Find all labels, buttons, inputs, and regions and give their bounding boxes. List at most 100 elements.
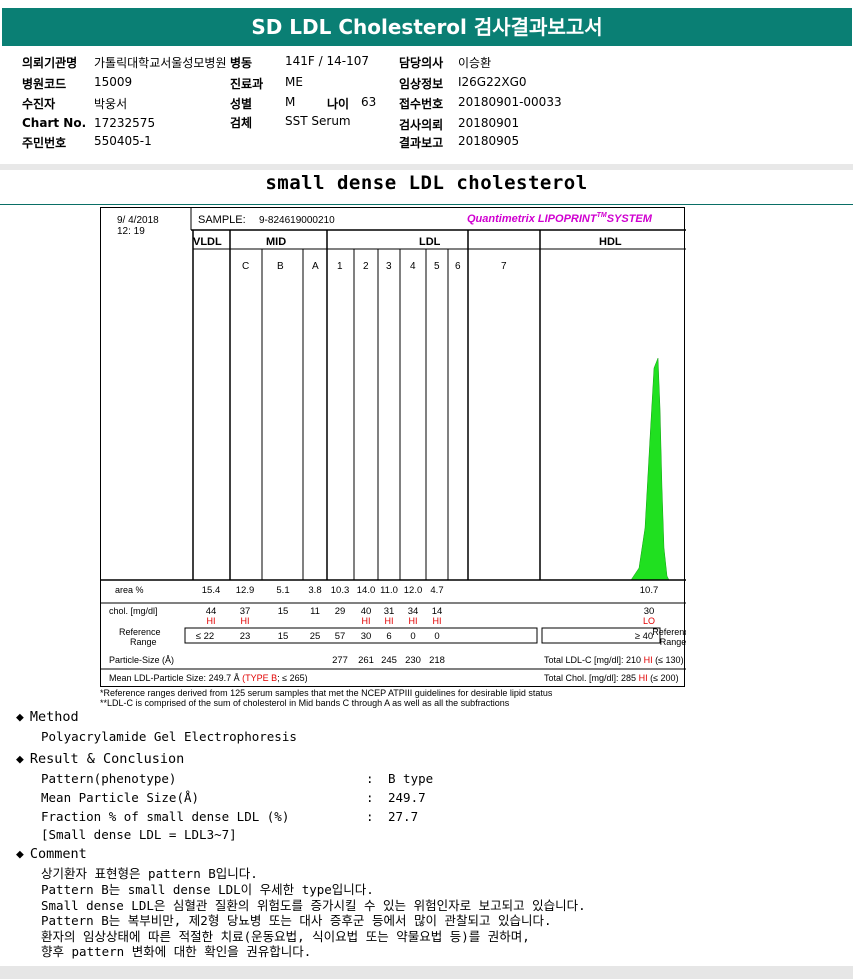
total-chol: Total Chol. [mg/dl]: 285 HI (≤ 200) [544,673,679,683]
band-5: 5 [434,261,440,272]
info-label: 검사의뢰 [399,118,444,132]
result-value: B type [388,771,434,786]
row-label-psize: Particle-Size (Å) [109,655,174,665]
info-label: 임상정보 [399,77,444,91]
info-label: 결과보고 [399,136,444,150]
comment-line: 향후 pattern 변화에 대한 확인을 권유합니다. [41,944,312,959]
chol-cell: 29 [335,606,346,617]
chol-cell: 15 [278,606,289,617]
info-label: 담당의사 [399,56,444,70]
area-cell: 15.4 [202,585,221,596]
band-b: B [277,261,284,272]
result-value: 27.7 [388,809,419,824]
info-value: 20180901 [458,116,520,130]
info-value: 20180901-00033 [458,95,562,109]
ref-cell: ≥ 40 [635,631,653,642]
group-hdl: HDL [599,236,622,248]
chol-flag: LO [643,616,655,626]
result-heading: ◆ Result & Conclusion [16,751,185,767]
chol-flag: HI [362,616,371,626]
ref-cell: 23 [240,631,251,642]
section-title: small dense LDL cholesterol [265,172,588,194]
result-value: 249.7 [388,790,426,805]
info-value: 박웅서 [94,97,128,111]
total-ldl: Total LDL-C [mg/dl]: 210 HI (≤ 130) [544,655,684,665]
horizontal-scrollbar[interactable] [0,966,853,979]
result-label: Fraction % of small dense LDL (%) [41,809,290,824]
ref-cell: 0 [434,631,439,642]
area-cell: 11.0 [380,585,398,596]
hdl-ref-label1: Reference [652,627,686,637]
group-mid: MID [266,236,286,248]
info-value: 가톨릭대학교서울성모병원 [94,56,227,70]
psize-cell: 261 [358,655,374,666]
info-value: 141F / 14-107 [285,54,369,68]
ref-cell: 0 [410,631,415,642]
band-7: 7 [501,261,507,272]
info-value: 20180905 [458,134,520,148]
chol-flag: HI [409,616,418,626]
ref-cell: 6 [386,631,391,642]
diamond-bullet-icon: ◆ [16,847,24,862]
method-text: Polyacrylamide Gel Electrophoresis [41,729,297,744]
info-value: 이승환 [458,56,492,70]
sample-label: SAMPLE: [198,214,246,226]
psize-cell: 230 [405,655,421,666]
row-label-area: area % [115,585,144,595]
area-cell: 10.3 [331,585,350,596]
info-value: ME [285,75,303,89]
info-label: 나이 [327,97,350,111]
area-cell: 12.0 [404,585,423,596]
report-title: SD LDL Cholesterol 검사결과보고서 [2,8,852,46]
info-label: 주민번호 [22,136,67,150]
band-c: C [242,261,249,272]
section-divider [0,164,853,170]
info-label: Chart No. [22,116,87,130]
sample-id: 9-824619000210 [259,215,335,226]
report-date: 9/ 4/2018 [117,215,159,226]
result-colon: : [366,771,374,786]
info-value: 63 [361,95,377,109]
result-label: Pattern(phenotype) [41,771,177,786]
band-a: A [312,261,319,272]
info-label: 접수번호 [399,97,444,111]
area-cell: 3.8 [308,585,321,596]
band-2: 2 [363,261,369,272]
result-colon: : [366,809,374,824]
psize-cell: 277 [332,655,348,666]
comment-heading: ◆ Comment [16,846,87,862]
chol-flag: HI [385,616,394,626]
band-6: 6 [455,261,461,272]
info-value: 17232575 [94,116,156,130]
ref-cell: 15 [278,631,289,642]
row-label-chol: chol. [mg/dl] [109,606,158,616]
report-page: SD LDL Cholesterol 검사결과보고서 의뢰기관명 가톨릭대학교서… [0,0,853,979]
psize-cell: 245 [381,655,397,666]
band-1: 1 [337,261,343,272]
electropherogram [193,357,670,581]
info-value: SST Serum [285,114,351,128]
result-note: [Small dense LDL = LDL3~7] [41,827,237,842]
hdl-ref-label2: Range [660,637,686,647]
lipoprint-report: 9/ 4/2018 12: 19 SAMPLE: 9-824619000210 … [100,207,686,687]
info-label: 의뢰기관명 [22,56,78,70]
hdl-peak [630,357,670,581]
psize-cell: 218 [429,655,445,666]
diamond-bullet-icon: ◆ [16,710,24,725]
info-label: 성별 [230,97,253,111]
mean-ldl-size: Mean LDL-Particle Size: 249.7 Å (TYPE B;… [109,673,308,683]
area-cell: 10.7 [640,585,659,596]
info-value: I26G22XG0 [458,75,527,89]
band-4: 4 [410,261,416,272]
section-underline [0,204,853,205]
area-cell: 5.1 [276,585,289,596]
info-value: M [285,95,296,109]
info-label: 진료과 [230,77,264,91]
area-cell: 12.9 [236,585,255,596]
report-time: 12: 19 [117,226,145,237]
ref-cell: 57 [335,631,346,642]
area-cell: 14.0 [357,585,376,596]
chol-flag: HI [241,616,250,626]
info-label: 병원코드 [22,77,67,91]
chol-flag: HI [207,616,216,626]
